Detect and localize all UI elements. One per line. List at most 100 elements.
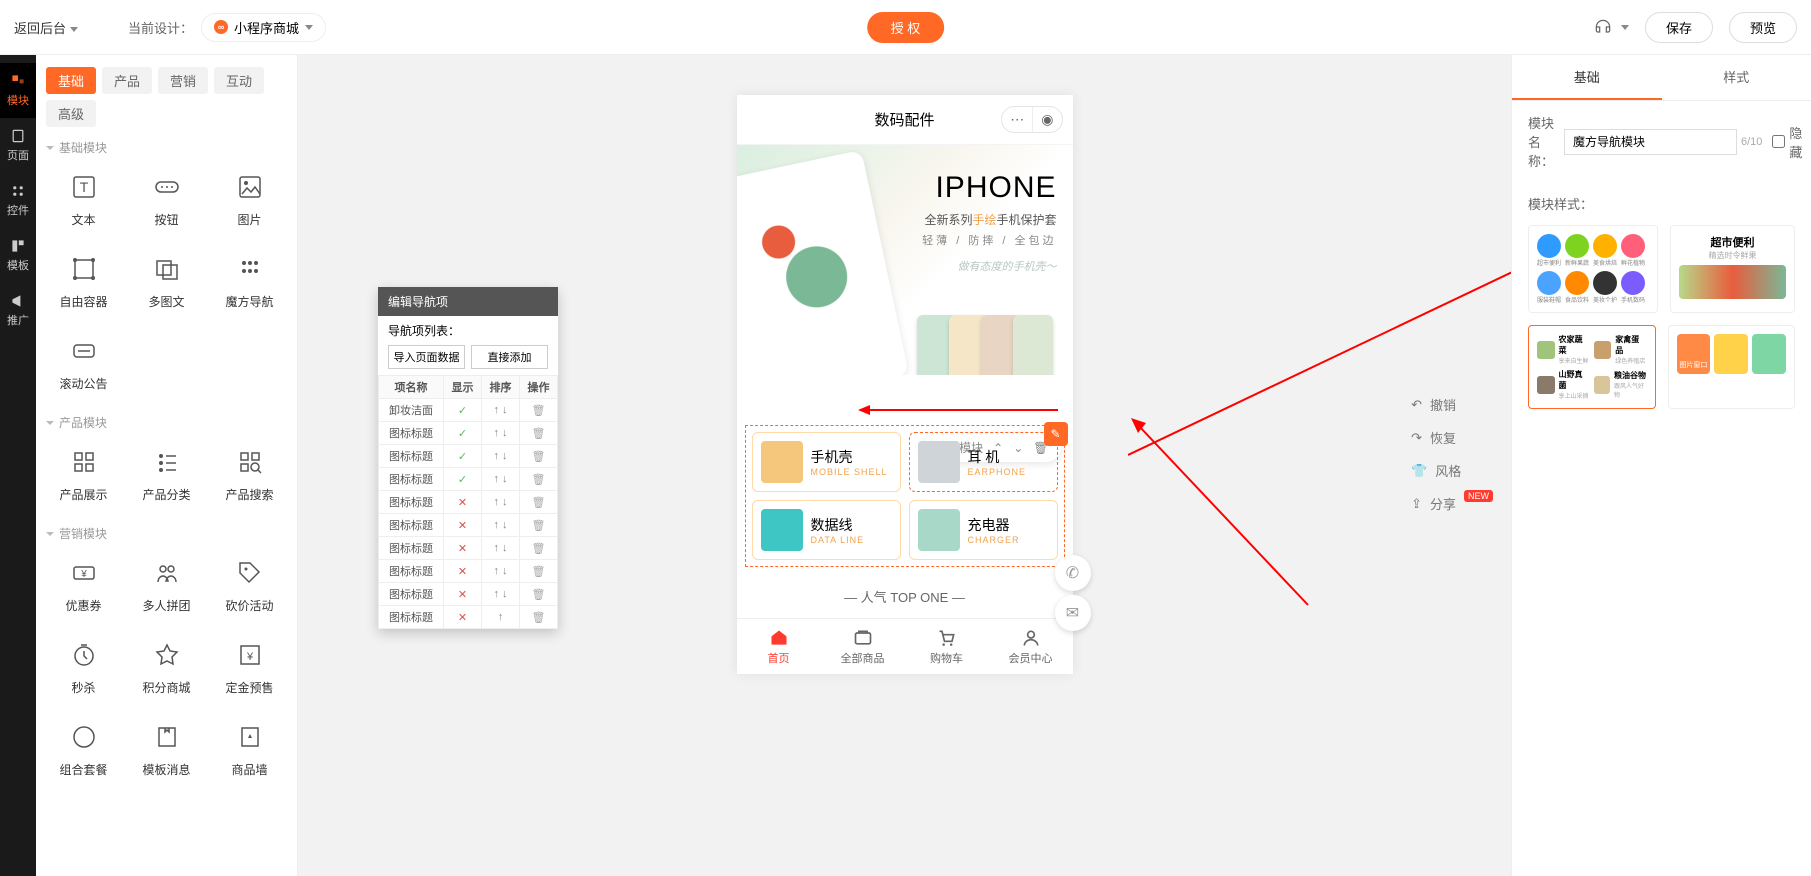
toggle-show[interactable]: ✓: [443, 399, 481, 422]
move-down[interactable]: ↓: [502, 473, 508, 485]
move-up[interactable]: ↑: [493, 565, 499, 577]
preview-button[interactable]: 预览: [1729, 12, 1797, 43]
delete-row[interactable]: 🗑: [519, 606, 557, 629]
component-points[interactable]: 积分商城: [129, 632, 204, 706]
support-icon[interactable]: [1593, 17, 1629, 37]
move-up[interactable]: ↑: [493, 496, 499, 508]
target-icon[interactable]: ◉: [1032, 107, 1061, 132]
prop-tab-style[interactable]: 样式: [1662, 55, 1811, 100]
move-up[interactable]: ↑: [493, 519, 499, 531]
delete-row[interactable]: 🗑: [519, 422, 557, 445]
palette-tab-basic[interactable]: 基础: [46, 67, 96, 94]
component-magicnav[interactable]: 魔方导航: [212, 246, 287, 320]
move-up[interactable]: ↑: [493, 473, 499, 485]
rail-modules[interactable]: 模块: [0, 63, 36, 118]
component-prodsearch[interactable]: 产品搜索: [212, 439, 287, 513]
move-up[interactable]: ↑: [493, 588, 499, 600]
component-deposit[interactable]: ¥定金预售: [212, 632, 287, 706]
move-down[interactable]: ↓: [502, 588, 508, 600]
move-down[interactable]: ↓: [502, 542, 508, 554]
component-tpl[interactable]: 模板消息: [129, 714, 204, 788]
component-prodcat[interactable]: 产品分类: [129, 439, 204, 513]
delete-row[interactable]: 🗑: [519, 468, 557, 491]
delete-row[interactable]: 🗑: [519, 514, 557, 537]
move-up[interactable]: ↑: [493, 404, 499, 416]
delete-row[interactable]: 🗑: [519, 560, 557, 583]
nav-card[interactable]: 数据线DATA LINE: [752, 500, 901, 560]
rail-pages[interactable]: 页面: [0, 118, 36, 173]
tab-home[interactable]: 首页: [737, 619, 821, 674]
toggle-show[interactable]: ✕: [443, 537, 481, 560]
component-group[interactable]: 多人拼团: [129, 550, 204, 624]
style-option-2[interactable]: 超市便利 精选时令鲜果: [1670, 225, 1795, 313]
palette-tab-interact[interactable]: 互动: [214, 67, 264, 94]
palette-tab-advanced[interactable]: 高级: [46, 100, 96, 127]
undo-button[interactable]: ↶撤销: [1411, 395, 1493, 414]
nav-card[interactable]: 手机壳MOBILE SHELL: [752, 432, 901, 492]
nav-card[interactable]: 充电器CHARGER: [909, 500, 1058, 560]
delete-row[interactable]: 🗑: [519, 583, 557, 606]
style-option-3[interactable]: 农家蔬菜享来自生鲜家禽蛋品绿色养殖店山野真菌享上山采摘粮油谷物跟风人气好物: [1528, 325, 1656, 409]
edit-pin-icon[interactable]: ✎: [1044, 422, 1068, 446]
back-link[interactable]: 返回后台: [14, 18, 78, 37]
delete-row[interactable]: 🗑: [519, 445, 557, 468]
toggle-show[interactable]: ✓: [443, 422, 481, 445]
component-image[interactable]: 图片: [212, 164, 287, 238]
tab-member[interactable]: 会员中心: [989, 619, 1073, 674]
toggle-show[interactable]: ✕: [443, 583, 481, 606]
hide-checkbox[interactable]: 隐藏: [1772, 123, 1802, 161]
direct-add-button[interactable]: 直接添加: [471, 345, 548, 369]
prop-tab-basic[interactable]: 基础: [1512, 55, 1662, 100]
palette-tab-marketing[interactable]: 营销: [158, 67, 208, 94]
import-page-data-button[interactable]: 导入页面数据: [388, 345, 465, 369]
style-button[interactable]: 👕风格: [1411, 461, 1493, 480]
component-multiimg[interactable]: 多图文: [129, 246, 204, 320]
move-up[interactable]: ↑: [498, 611, 504, 623]
move-down[interactable]: ↓: [502, 427, 508, 439]
toggle-show[interactable]: ✓: [443, 468, 481, 491]
save-button[interactable]: 保存: [1645, 12, 1713, 43]
rail-promote[interactable]: 推广: [0, 283, 36, 338]
move-up[interactable]: ↑: [493, 542, 499, 554]
move-down[interactable]: ↓: [502, 496, 508, 508]
toggle-show[interactable]: ✕: [443, 560, 481, 583]
rail-templates[interactable]: 模板: [0, 228, 36, 283]
wechat-fab-icon[interactable]: ✉: [1055, 595, 1091, 631]
delete-row[interactable]: 🗑: [519, 399, 557, 422]
move-up[interactable]: ↑: [493, 427, 499, 439]
component-seckill[interactable]: 秒杀: [46, 632, 121, 706]
share-button[interactable]: ⇪分享NEW: [1411, 494, 1493, 513]
component-wall[interactable]: 商品墙: [212, 714, 287, 788]
magic-nav-module[interactable]: ✎ 手机壳MOBILE SHELL耳 机EARPHONE数据线DATA LINE…: [745, 425, 1065, 567]
palette-tab-product[interactable]: 产品: [102, 67, 152, 94]
component-scroll[interactable]: 滚动公告: [46, 328, 121, 402]
component-combo[interactable]: 组合套餐: [46, 714, 121, 788]
miniprogram-capsule[interactable]: ⋯◉: [1001, 106, 1062, 133]
delete-row[interactable]: 🗑: [519, 537, 557, 560]
move-down[interactable]: ↓: [502, 450, 508, 462]
nav-card[interactable]: 耳 机EARPHONE: [909, 432, 1058, 492]
redo-button[interactable]: ↷恢复: [1411, 428, 1493, 447]
move-down[interactable]: ↓: [502, 565, 508, 577]
style-option-4[interactable]: 图片窗口: [1668, 325, 1796, 409]
more-icon[interactable]: ⋯: [1002, 107, 1032, 132]
rail-controls[interactable]: 控件: [0, 173, 36, 228]
toggle-show[interactable]: ✕: [443, 491, 481, 514]
component-bargain[interactable]: 砍价活动: [212, 550, 287, 624]
delete-row[interactable]: 🗑: [519, 491, 557, 514]
component-prodshow[interactable]: 产品展示: [46, 439, 121, 513]
toggle-show[interactable]: ✕: [443, 606, 481, 629]
style-option-1[interactable]: 超市便利新鲜果蔬美食烘焙鲜花植物服装鞋帽食品饮料美妆个护手机数码: [1528, 225, 1658, 313]
authorize-button[interactable]: 授 权: [867, 12, 945, 43]
component-text[interactable]: T文本: [46, 164, 121, 238]
tab-all[interactable]: 全部商品: [821, 619, 905, 674]
toggle-show[interactable]: ✓: [443, 445, 481, 468]
move-down[interactable]: ↓: [502, 519, 508, 531]
module-name-input[interactable]: [1564, 129, 1737, 155]
tab-cart[interactable]: 购物车: [905, 619, 989, 674]
design-selector[interactable]: ∞ 小程序商城: [201, 13, 326, 42]
move-down[interactable]: ↓: [502, 404, 508, 416]
component-free[interactable]: 自由容器: [46, 246, 121, 320]
move-up[interactable]: ↑: [493, 450, 499, 462]
component-button[interactable]: 按钮: [129, 164, 204, 238]
